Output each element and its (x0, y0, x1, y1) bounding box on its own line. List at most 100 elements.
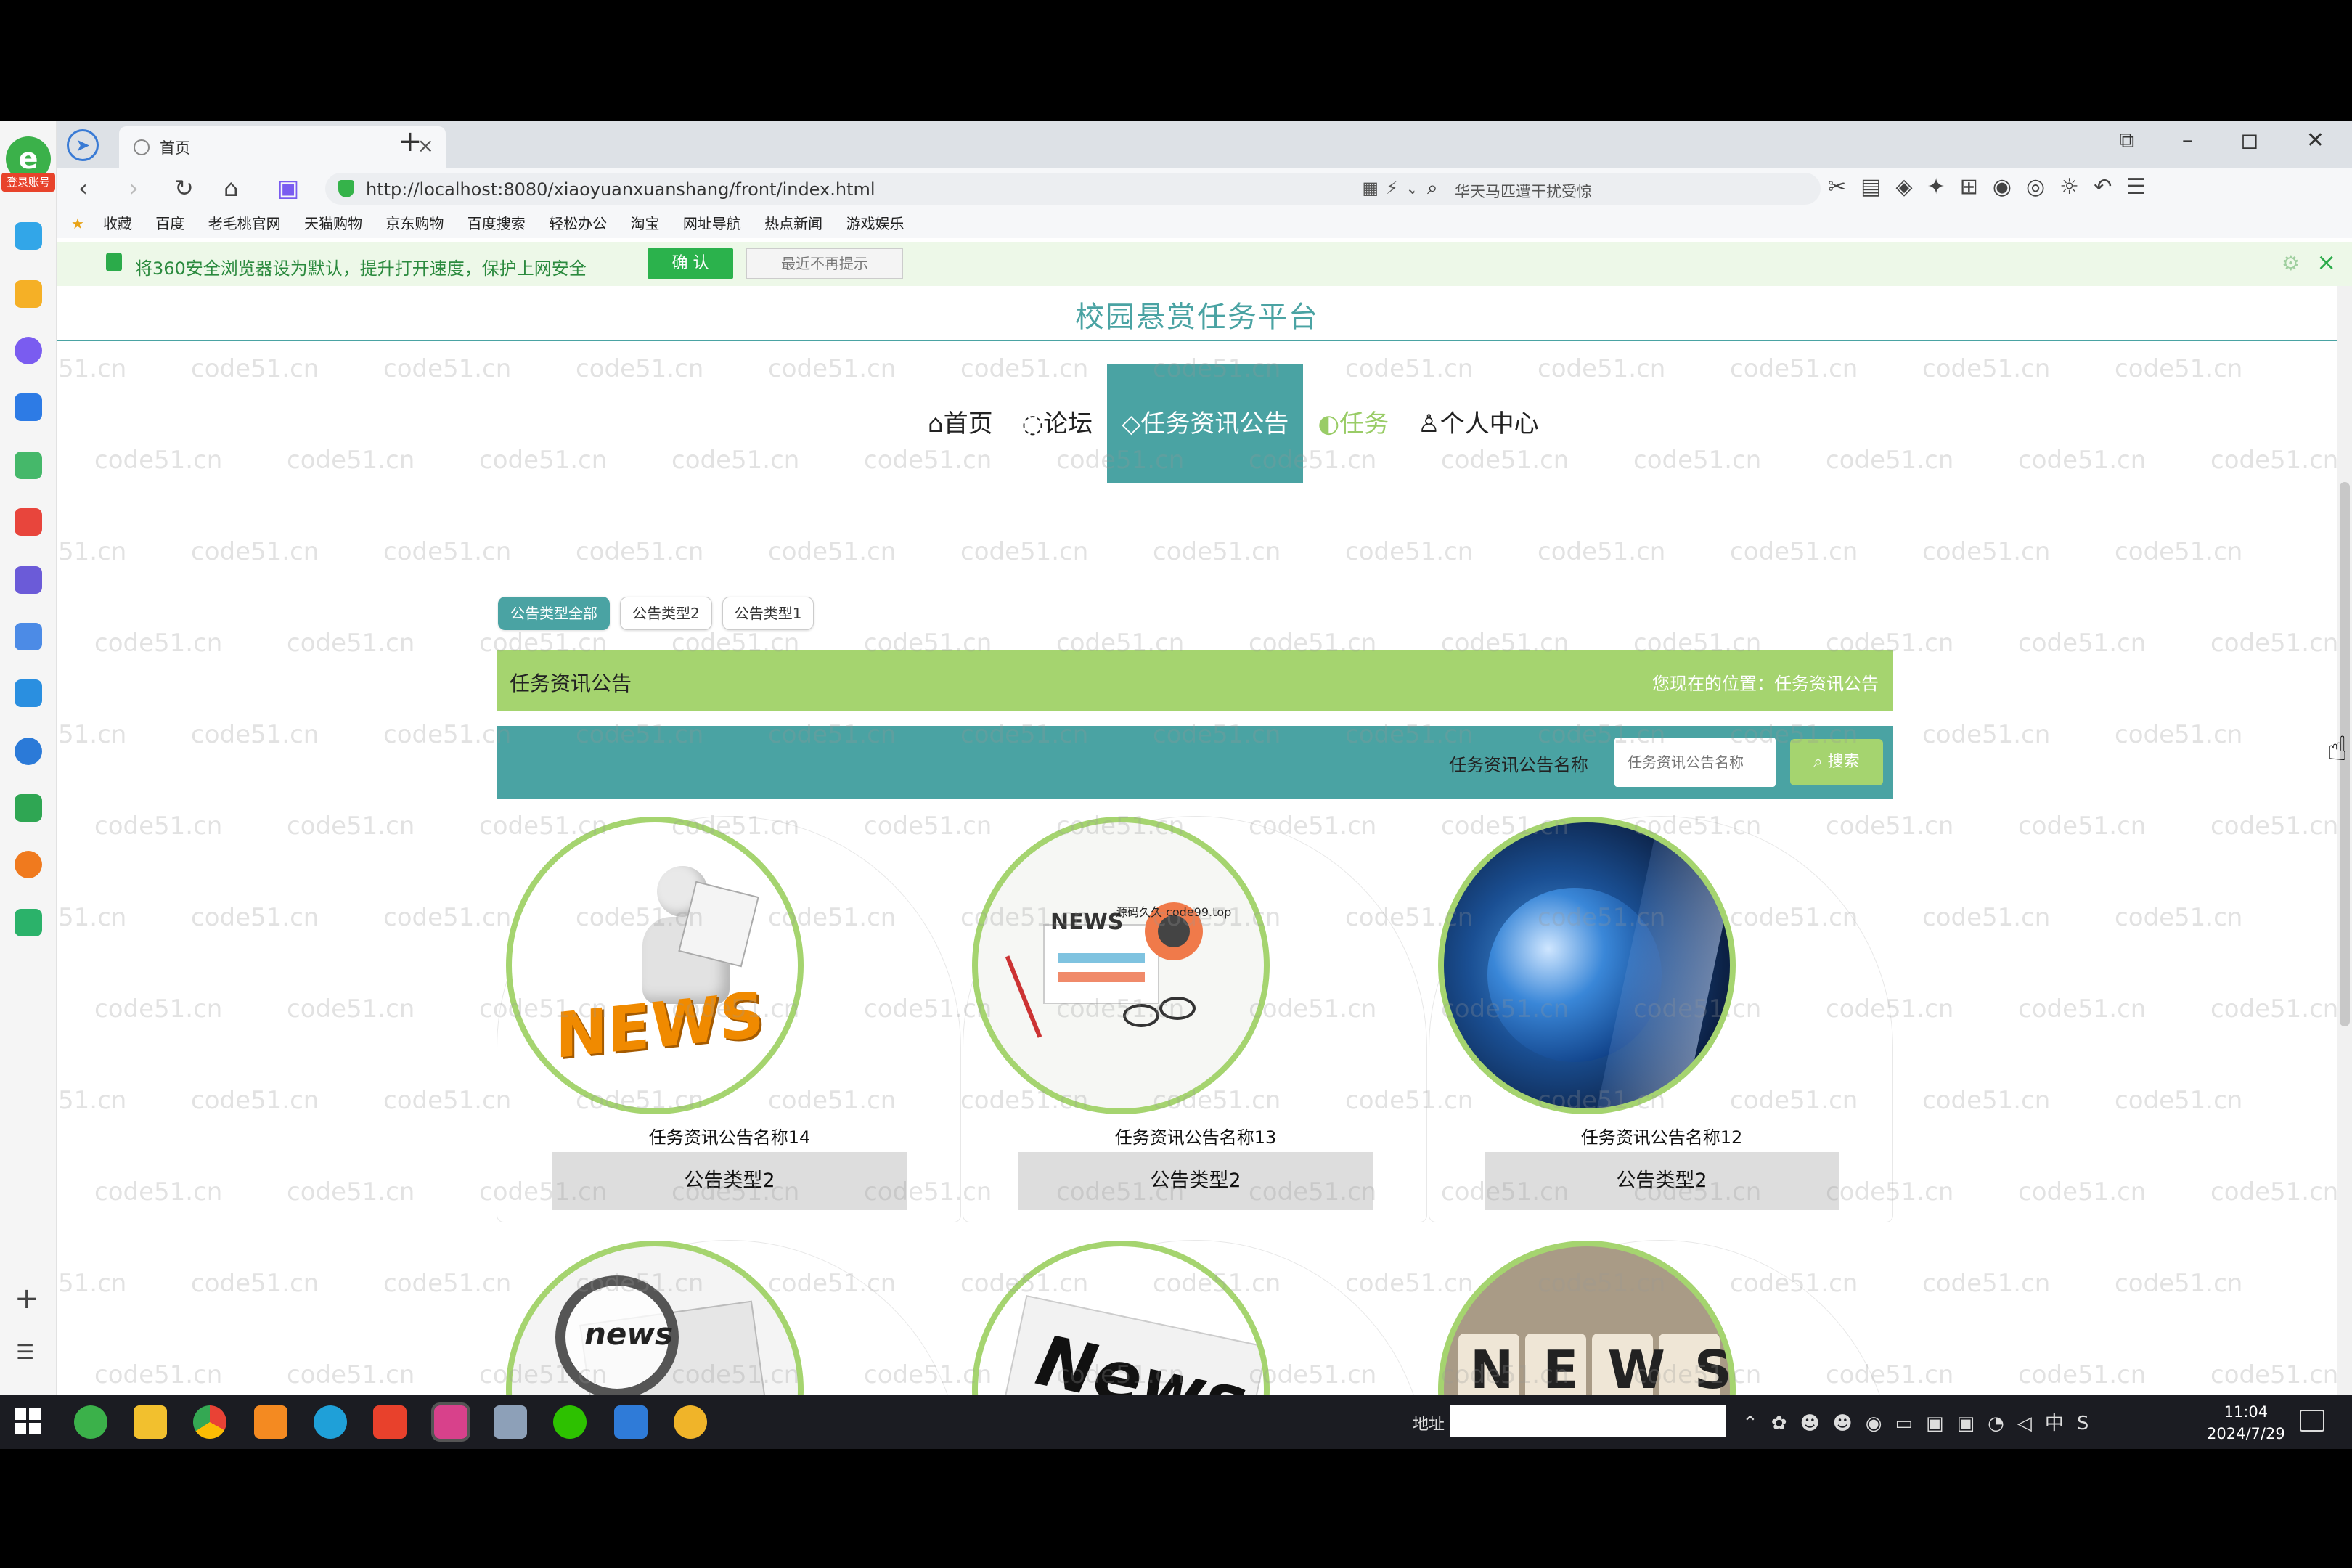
bookmark-item[interactable]: 淘宝 (630, 215, 659, 232)
sidebar-favorites-icon[interactable] (15, 280, 42, 308)
sidebar-pdf-icon[interactable] (15, 508, 42, 536)
ai-icon[interactable]: ▣ (277, 174, 299, 202)
sidebar-tools-icon[interactable] (15, 794, 42, 822)
bookmark-item[interactable]: 天猫购物 (304, 215, 362, 232)
url-bar[interactable]: http://localhost:8080/xiaoyuanxuanshang/… (325, 173, 1443, 205)
watermark-text: code51.cn (1441, 286, 1569, 292)
new-tab-button[interactable]: + (398, 125, 422, 158)
bookmark-item[interactable]: 游戏娱乐 (846, 215, 905, 232)
search-button[interactable]: ⌕ 搜索 (1790, 739, 1883, 785)
taskbar-app2-icon[interactable] (614, 1405, 648, 1439)
dismiss-button[interactable]: 最近不再提示 (746, 248, 903, 279)
notification-icon[interactable] (2300, 1410, 2324, 1432)
announcement-card[interactable]: News (963, 1240, 1427, 1395)
navigation-compass-icon[interactable]: ➤ (67, 129, 99, 161)
announcement-card[interactable]: NEWS 任务资讯公告名称14 公告类型2 (497, 816, 961, 1222)
taskbar-wps-icon[interactable] (373, 1405, 407, 1439)
sidebar-notes-icon[interactable] (15, 623, 42, 650)
sidebar-app-icon[interactable] (15, 222, 42, 250)
category-tab-all[interactable]: 公告类型全部 (498, 597, 610, 630)
bookmark-item[interactable]: 轻松办公 (549, 215, 607, 232)
page-scrollbar[interactable] (2337, 286, 2352, 1395)
bookmark-item[interactable]: 老毛桃官网 (208, 215, 281, 232)
toolbar-icons[interactable]: ✂▤◈✦⊞◉◎☼↶☰ (1828, 174, 2160, 200)
card-type-button[interactable]: 公告类型2 (552, 1152, 907, 1210)
announcement-card[interactable]: NEWS (1429, 1240, 1893, 1395)
watermark-text: code51.cn (2018, 995, 2147, 1024)
card-type-button[interactable]: 公告类型2 (1485, 1152, 1839, 1210)
browser-search-box[interactable]: ⌕ 华天马匹遭干扰受惊 (1414, 173, 1821, 205)
bookmark-item[interactable]: 收藏 (103, 215, 132, 232)
ime-indicator[interactable]: 中 (2045, 1413, 2077, 1434)
nav-announcements[interactable]: ◇任务资讯公告 (1107, 364, 1304, 483)
watermark-text: code51.cn (1826, 286, 1953, 292)
bookmark-item[interactable]: 网址导航 (683, 215, 741, 232)
login-badge[interactable]: 登录账号 (1, 173, 55, 192)
system-tray[interactable]: ⌃✿☻☻◉▭▣▣◔◁中S (1742, 1408, 2102, 1435)
sidebar-ai-write-icon[interactable] (15, 393, 42, 421)
nav-forum[interactable]: ◌论坛 (1008, 364, 1108, 483)
watermark-text: code51.cn (57, 1086, 127, 1115)
watermark-text: code51.cn (2210, 995, 2337, 1024)
tab-home[interactable]: 首页 × (119, 126, 446, 168)
system-clock[interactable]: 11:04 2024/7/29 (2207, 1401, 2285, 1445)
windows-start-icon[interactable] (15, 1408, 41, 1434)
sidebar-menu-icon[interactable]: ☰ (16, 1340, 34, 1364)
nav-home[interactable]: ⌂首页 (913, 364, 1008, 483)
taskbar-address-input[interactable] (1450, 1405, 1726, 1437)
watermark-text: code51.cn (2018, 286, 2146, 292)
back-icon[interactable]: ‹ (78, 174, 88, 202)
taskbar-explorer-icon[interactable] (134, 1405, 167, 1439)
home-icon[interactable]: ⌂ (224, 174, 238, 202)
sidebar-ai-icon[interactable] (15, 337, 42, 364)
announcement-card[interactable]: NEWS 源码久久 code99.top 任务资讯公告名称13 公告类型2 (963, 816, 1427, 1222)
taskbar-sublime-icon[interactable] (254, 1405, 287, 1439)
gear-icon[interactable]: ⚙ (2282, 251, 2300, 275)
category-tab-type1[interactable]: 公告类型1 (722, 597, 814, 630)
taskbar-idea-icon[interactable] (431, 1402, 470, 1442)
watermark-text: code51.cn (1633, 286, 1761, 292)
close-icon[interactable]: × (2316, 248, 2336, 276)
sidebar-games-icon[interactable] (15, 452, 42, 479)
reload-icon[interactable]: ↻ (174, 174, 194, 202)
watermark-text: code51.cn (57, 903, 127, 932)
search-input[interactable] (1614, 738, 1776, 787)
sidebar-doc-icon[interactable] (15, 679, 42, 707)
category-tab-type2[interactable]: 公告类型2 (620, 597, 712, 630)
window-controls[interactable]: ⧉ – ◻ ✕ (2119, 128, 2345, 153)
confirm-button[interactable]: 确 认 (648, 248, 733, 279)
bookmark-item[interactable]: 热点新闻 (764, 215, 822, 232)
card-type-button[interactable]: 公告类型2 (1018, 1152, 1373, 1210)
sidebar-video-icon[interactable] (15, 566, 42, 594)
announcement-card[interactable]: news (497, 1240, 961, 1395)
nav-user-center[interactable]: ♙个人中心 (1403, 364, 1553, 483)
taskbar-app3-icon[interactable] (674, 1405, 707, 1439)
watermark-text: code51.cn (768, 354, 897, 383)
favorites-star-icon: ★ (71, 215, 84, 232)
watermark-text: code51.cn (383, 903, 512, 932)
news-reader-3d-figure-image: NEWS (506, 817, 804, 1114)
taskbar-wechat-icon[interactable] (553, 1405, 587, 1439)
sidebar-translate-icon[interactable] (15, 738, 42, 765)
forward-icon[interactable]: › (129, 174, 139, 202)
card-title: 任务资讯公告名称13 (1114, 1127, 1277, 1148)
sidebar-mail-icon[interactable] (15, 909, 42, 936)
watermark-text: code51.cn (864, 812, 992, 841)
taskbar-360-browser-icon[interactable] (74, 1405, 107, 1439)
announcement-card[interactable]: 任务资讯公告名称12 公告类型2 (1429, 816, 1893, 1222)
taskbar-app-icon[interactable] (494, 1405, 527, 1439)
bookmark-item[interactable]: 京东购物 (385, 215, 444, 232)
sidebar-weibo-icon[interactable] (15, 851, 42, 878)
taskbar-chrome-icon[interactable] (193, 1405, 226, 1439)
watermark-text: code51.cn (1538, 537, 1666, 566)
security-shield-icon (338, 180, 354, 197)
watermark-text: code51.cn (94, 1177, 223, 1206)
bookmark-item[interactable]: 百度 (155, 215, 184, 232)
sidebar-add-icon[interactable]: + (15, 1284, 39, 1313)
search-bar: 任务资讯公告名称 ⌕ 搜索 (497, 726, 1893, 799)
breadcrumb: 您现在的位置：任务资讯公告 (1652, 674, 1879, 694)
bookmark-item[interactable]: 百度搜索 (467, 215, 526, 232)
watermark-text: code51.cn (576, 354, 704, 383)
nav-tasks[interactable]: ◐任务 (1303, 364, 1403, 483)
taskbar-edge-icon[interactable] (314, 1405, 347, 1439)
